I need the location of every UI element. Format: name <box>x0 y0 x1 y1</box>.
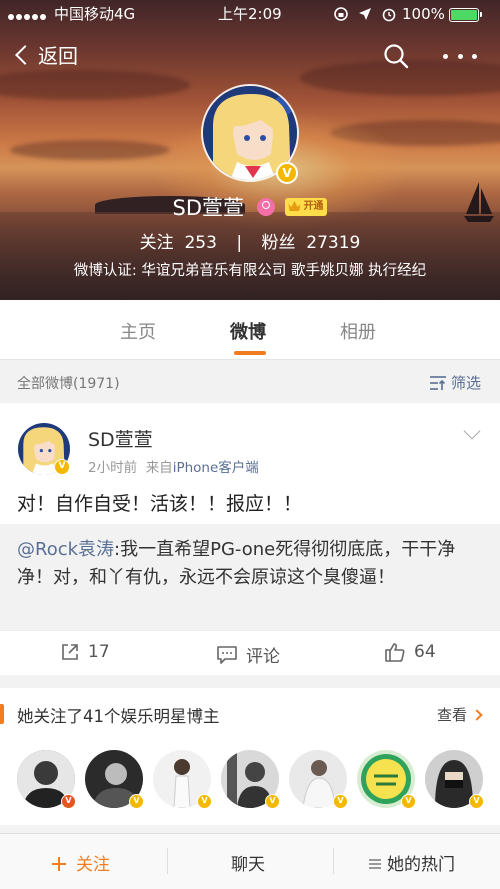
more-icon[interactable] <box>443 50 477 62</box>
view-more-button[interactable]: 查看 <box>437 704 483 725</box>
profile-header: 中国移动 4G 上午2:09 100% 返回 V SD萱萱 开通 关注 253 … <box>0 0 500 300</box>
recommended-avatars: V V V V V V V <box>0 750 500 810</box>
bottom-toolbar: 关注 聊天 她的热门 <box>0 833 500 889</box>
thumbs-up-icon <box>385 643 405 662</box>
chevron-left-icon <box>15 44 35 65</box>
verified-badge-icon: V <box>129 794 144 809</box>
followers-count: 27319 <box>306 233 361 253</box>
battery: 100% <box>402 5 482 23</box>
verified-badge-icon: V <box>197 794 212 809</box>
vip-badge[interactable]: 开通 <box>285 198 328 216</box>
follow-label: 关注 <box>76 855 110 875</box>
like-count: 64 <box>414 642 436 662</box>
filter-icon <box>430 375 446 390</box>
hot-posts-label: 她的热门 <box>387 855 455 875</box>
share-icon <box>62 644 78 660</box>
chevron-down-icon[interactable] <box>463 422 481 440</box>
vip-label: 开通 <box>303 201 324 212</box>
weibo-post[interactable]: V SD萱萱 2小时前 来自iPhone客户端 对！自作自受！活该！！报应！！ … <box>0 403 500 675</box>
verified-badge-icon: V <box>333 794 348 809</box>
carrier: 中国移动 <box>8 5 114 24</box>
verified-badge-icon: V <box>276 162 298 184</box>
following-recommendation: 她关注了41个娱乐明星博主 查看 V V V V V V V <box>0 688 500 825</box>
tab-weibo[interactable]: 微博 <box>230 318 266 344</box>
post-text: 对！自作自受！活该！！报应！！ <box>17 493 303 515</box>
tab-home[interactable]: 主页 <box>120 318 156 344</box>
comment-label: 评论 <box>246 647 280 667</box>
network-type: 4G <box>114 5 136 23</box>
filter-bar: 全部微博(1971) 筛选 <box>0 361 500 403</box>
following-label: 关注 <box>139 233 174 253</box>
post-time: 2小时前 <box>88 460 138 476</box>
post-action-bar: 17 评论 64 <box>0 630 500 675</box>
chat-button[interactable]: 聊天 <box>231 850 265 875</box>
verified-badge-icon: V <box>469 794 484 809</box>
post-meta: 2小时前 来自iPhone客户端 <box>88 456 259 476</box>
profile-tabs: 主页 微博 相册 <box>0 300 500 360</box>
verification-text: 微博认证: 华谊兄弟音乐有限公司 歌手姚贝娜 执行经纪 <box>73 263 427 279</box>
post-username[interactable]: SD萱萱 <box>88 425 153 452</box>
repost-button[interactable]: 17 <box>60 642 110 662</box>
filter-button[interactable]: 筛选 <box>429 372 481 393</box>
comment-icon <box>217 645 237 664</box>
repost-mention[interactable]: @Rock袁涛 <box>17 539 114 560</box>
verified-badge-icon: V <box>54 459 70 475</box>
search-icon[interactable] <box>383 43 409 69</box>
hot-posts-button[interactable]: 她的热门 <box>369 850 455 875</box>
stats-separator: | <box>236 233 243 253</box>
battery-icon <box>448 7 482 22</box>
crown-icon <box>288 201 301 211</box>
weibo-count: 全部微博(1971) <box>17 376 120 392</box>
filter-label: 筛选 <box>451 374 482 392</box>
following-link[interactable]: 关注 253 <box>140 233 217 253</box>
followers-label: 粉丝 <box>261 233 296 253</box>
tab-album[interactable]: 相册 <box>340 318 376 344</box>
active-tab-indicator <box>234 351 266 355</box>
post-source-prefix: 来自 <box>145 460 173 476</box>
back-label: 返回 <box>38 44 78 68</box>
list-icon <box>369 859 381 869</box>
alarm-icon <box>382 8 395 22</box>
view-more-label: 查看 <box>437 706 468 724</box>
follow-button[interactable]: 关注 <box>52 850 110 875</box>
followers-link[interactable]: 粉丝 27319 <box>261 233 360 253</box>
verified-badge-icon: V <box>265 794 280 809</box>
female-icon <box>256 198 275 216</box>
repost-count: 17 <box>88 642 110 662</box>
profile-name-row: SD萱萱 开通 <box>0 192 500 222</box>
location-icon <box>358 8 371 20</box>
clock: 上午2:09 <box>218 5 282 23</box>
lock-rotation-icon <box>334 7 348 21</box>
verified-badge-icon: V <box>401 794 416 809</box>
plus-icon <box>52 857 66 871</box>
profile-name: SD萱萱 <box>172 196 245 220</box>
signal-icon <box>8 6 48 24</box>
verified-badge-icon: V <box>61 794 76 809</box>
chevron-right-icon <box>471 708 483 721</box>
recommendation-title: 她关注了41个娱乐明星博主 <box>0 703 220 727</box>
status-icons <box>333 5 397 23</box>
back-button[interactable]: 返回 <box>14 40 78 69</box>
like-button[interactable]: 64 <box>384 642 436 662</box>
following-count: 253 <box>184 233 217 253</box>
follow-stats: 关注 253 | 粉丝 27319 <box>0 228 500 253</box>
post-source-client[interactable]: iPhone客户端 <box>173 460 259 476</box>
comment-button[interactable]: 评论 <box>216 642 280 667</box>
repost-content[interactable]: @Rock袁涛:我一直希望PG-one死得彻彻底底，干干净净！对，和丫有仇，永远… <box>0 524 500 630</box>
status-bar: 中国移动 4G 上午2:09 100% <box>0 0 500 28</box>
